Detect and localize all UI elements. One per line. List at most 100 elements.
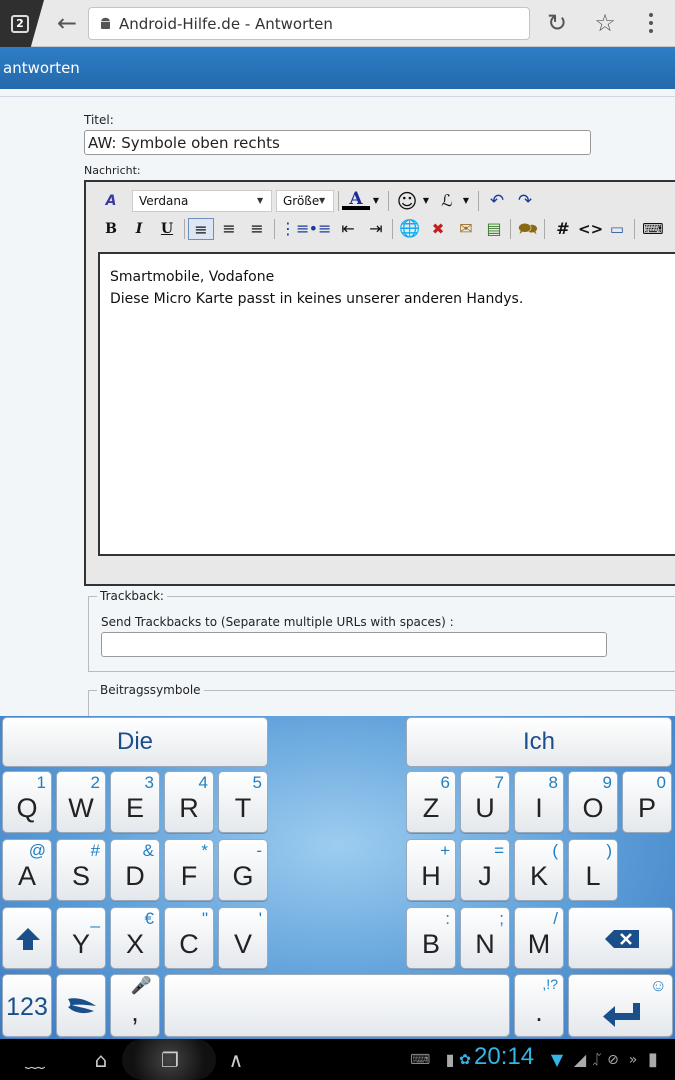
- key-e[interactable]: 3E: [110, 771, 160, 833]
- key-primary-label: Y: [71, 929, 90, 959]
- key-n[interactable]: ; N: [460, 907, 510, 969]
- more-tools-icon[interactable]: ⌨: [642, 218, 664, 240]
- key-x[interactable]: € X: [110, 907, 160, 969]
- key-b[interactable]: :B: [406, 907, 456, 969]
- key-o[interactable]: 9O: [568, 771, 618, 833]
- key-c[interactable]: " C: [164, 907, 214, 969]
- key-v[interactable]: ' V: [218, 907, 268, 969]
- remove-format-icon[interactable]: A: [100, 190, 122, 212]
- bluetooth-icon: ᛢ: [592, 1052, 602, 1068]
- shift-key[interactable]: [2, 907, 52, 969]
- suggestion-right[interactable]: Ich: [406, 717, 672, 767]
- key-z[interactable]: 6Z: [406, 771, 456, 833]
- align-center-icon[interactable]: ≡: [216, 218, 242, 240]
- chevron-down-icon[interactable]: ▼: [420, 190, 432, 212]
- key-t[interactable]: 5T: [218, 771, 268, 833]
- key-j[interactable]: = J: [460, 839, 510, 901]
- italic-icon[interactable]: I: [128, 218, 150, 240]
- star-icon[interactable]: ☆: [591, 9, 619, 37]
- key-i[interactable]: 8I: [514, 771, 564, 833]
- reload-icon[interactable]: ↻: [543, 9, 571, 37]
- key-q[interactable]: 1Q: [2, 771, 52, 833]
- enter-key[interactable]: ☺: [568, 974, 673, 1037]
- quote-icon[interactable]: 🗪: [516, 218, 540, 240]
- key-s[interactable]: # S: [56, 839, 106, 901]
- back-arrow-icon[interactable]: ←: [52, 10, 82, 38]
- unordered-list-icon[interactable]: •≡: [308, 218, 332, 240]
- redo-icon[interactable]: ↷: [514, 190, 536, 212]
- bold-icon[interactable]: B: [100, 218, 122, 240]
- key-y[interactable]: _ Y: [56, 907, 106, 969]
- text-color-icon[interactable]: A: [342, 190, 370, 210]
- key-r[interactable]: 4R: [164, 771, 214, 833]
- chevron-down-icon: ▼: [257, 196, 264, 205]
- size-select[interactable]: Größe ▼: [276, 190, 334, 212]
- recent-apps-icon[interactable]: ❐: [155, 1047, 185, 1073]
- key-primary-label: I: [535, 793, 543, 823]
- overflow-menu-icon[interactable]: [640, 9, 662, 37]
- key-k[interactable]: (K: [514, 839, 564, 901]
- tabs-button[interactable]: 2: [0, 0, 44, 47]
- key-l[interactable]: ) L: [568, 839, 618, 901]
- suggestion-left[interactable]: Die: [2, 717, 268, 767]
- key-primary-label: X: [125, 929, 144, 959]
- align-right-icon[interactable]: ≡: [244, 218, 270, 240]
- menu-up-icon[interactable]: ∧: [220, 1047, 252, 1073]
- toolbar-separator: [392, 219, 393, 239]
- message-textarea[interactable]: Smartmobile, Vodafone Diese Micro Karte …: [98, 252, 675, 556]
- remove-link-icon[interactable]: ✖: [426, 218, 450, 240]
- attachment-icon[interactable]: ℒ: [436, 190, 458, 212]
- key-d[interactable]: & D: [110, 839, 160, 901]
- font-select[interactable]: Verdana ▼: [132, 190, 272, 212]
- html-code-icon[interactable]: <>: [578, 218, 603, 240]
- key-secondary-label: &: [142, 841, 154, 860]
- key-p[interactable]: 0P: [622, 771, 672, 833]
- chevron-down-icon[interactable]: ▼: [460, 190, 472, 212]
- indent-icon[interactable]: ⇥: [364, 218, 388, 240]
- key-secondary-label: 1: [36, 773, 46, 792]
- underline-icon[interactable]: U: [156, 218, 178, 240]
- code-hash-icon[interactable]: #: [552, 218, 574, 240]
- trackback-input[interactable]: [101, 632, 607, 657]
- key-m[interactable]: / M: [514, 907, 564, 969]
- message-editor: A Verdana ▼ Größe ▼ A ▼ ☺ ▼ ℒ ▼ ↶ ↷ B I …: [84, 180, 675, 586]
- key-secondary-label: 3: [144, 773, 154, 792]
- key-u[interactable]: 7U: [460, 771, 510, 833]
- numbers-key[interactable]: 123: [2, 974, 52, 1037]
- key-h[interactable]: + H: [406, 839, 456, 901]
- php-code-icon[interactable]: ▭: [606, 218, 628, 240]
- backspace-key[interactable]: [568, 907, 673, 969]
- insert-link-icon[interactable]: 🌐: [398, 218, 422, 240]
- undo-icon[interactable]: ↶: [486, 190, 508, 212]
- period-key-label: .: [535, 997, 543, 1027]
- key-secondary-label: /: [553, 909, 558, 928]
- key-secondary-label: +: [440, 841, 450, 860]
- address-bar[interactable]: Android-Hilfe.de - Antworten: [88, 7, 530, 40]
- swiftkey-logo-key[interactable]: [56, 974, 106, 1037]
- hide-keyboard-icon[interactable]: ﹏: [20, 1047, 50, 1073]
- insert-email-icon[interactable]: ✉: [454, 218, 478, 240]
- toolbar-separator: [634, 219, 635, 239]
- title-input[interactable]: AW: Symbole oben rechts: [84, 130, 591, 155]
- toolbar-separator: [510, 219, 511, 239]
- chevron-down-icon[interactable]: ▼: [370, 190, 382, 212]
- key-primary-label: Z: [422, 793, 440, 823]
- ordered-list-icon[interactable]: ⋮≡: [280, 218, 309, 240]
- android-icon: [101, 17, 110, 29]
- key-a[interactable]: @ A: [2, 839, 52, 901]
- home-icon[interactable]: ⌂: [86, 1047, 116, 1073]
- key-w[interactable]: 2W: [56, 771, 106, 833]
- key-g[interactable]: -G: [218, 839, 268, 901]
- font-select-value: Verdana: [139, 194, 189, 208]
- outdent-icon[interactable]: ⇤: [336, 218, 360, 240]
- insert-image-icon[interactable]: ▤: [482, 218, 506, 240]
- smiley-icon[interactable]: ☺: [394, 190, 420, 212]
- period-key[interactable]: ,!? .: [514, 974, 564, 1037]
- key-f[interactable]: * F: [164, 839, 214, 901]
- comma-key[interactable]: 🎤 ,: [110, 974, 160, 1037]
- align-left-icon[interactable]: ≡: [188, 218, 214, 240]
- key-secondary-label: 4: [198, 773, 208, 792]
- key-secondary-label: €: [144, 909, 154, 928]
- space-key[interactable]: [164, 974, 510, 1037]
- keyboard-status-icon: ⌨: [410, 1052, 431, 1068]
